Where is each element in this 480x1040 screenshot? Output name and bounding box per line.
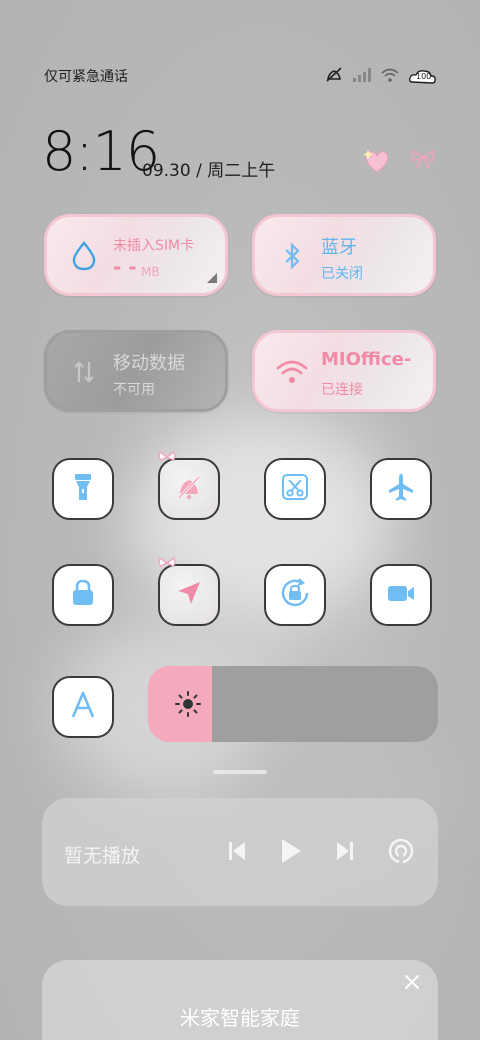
battery-level: 100: [416, 72, 432, 81]
battery-icon: 100: [408, 68, 438, 86]
auto-rotate-icon: [278, 576, 312, 614]
drag-handle[interactable]: [213, 770, 267, 774]
smart-home-card[interactable]: 米家智能家庭: [42, 960, 438, 1040]
location-button[interactable]: [158, 556, 220, 626]
mute-bell-icon: [173, 471, 205, 507]
flashlight-icon: [68, 470, 98, 508]
wifi-tile-title: MIOffice-: [321, 349, 412, 370]
media-controls: [228, 838, 414, 868]
mute-bell-icon: [324, 66, 344, 88]
mobile-data-icon: [67, 355, 101, 389]
media-status: 暂无播放: [64, 845, 141, 867]
wifi-tile[interactable]: MIOffice- 已连接: [252, 330, 436, 412]
bow-icon: [410, 148, 436, 178]
airplane-mode-button[interactable]: [370, 458, 432, 520]
close-icon[interactable]: [402, 972, 422, 992]
bow-icon: [158, 556, 176, 575]
status-bar: 仅可紧急通话 100: [44, 66, 440, 88]
sim-data-tile[interactable]: 未插入SIM卡 - - MB: [44, 214, 228, 296]
location-icon: [174, 578, 204, 612]
mobile-data-tile-title: 移动数据: [113, 353, 185, 374]
heart-icon: [362, 148, 392, 178]
cast-audio-icon[interactable]: [388, 838, 414, 868]
previous-button[interactable]: [228, 840, 246, 866]
sim-tile-title: 未插入SIM卡: [113, 238, 195, 254]
mobile-data-tile[interactable]: 移动数据 不可用: [44, 330, 228, 412]
wifi-status-icon: [380, 67, 400, 87]
media-player-card: 暂无播放: [42, 798, 438, 906]
screenshot-icon: [279, 471, 311, 507]
smart-home-title: 米家智能家庭: [180, 1006, 300, 1030]
wifi-icon: [275, 355, 309, 389]
corner-arrow-icon: [207, 268, 217, 287]
play-button[interactable]: [280, 838, 302, 868]
status-icons: 100: [324, 66, 438, 88]
wifi-tile-status: 已连接: [321, 382, 363, 398]
font-size-button[interactable]: [52, 676, 114, 738]
bluetooth-tile-status: 已关闭: [321, 266, 363, 282]
airplane-icon: [385, 471, 417, 507]
font-icon: [68, 690, 98, 724]
silent-mode-button[interactable]: [158, 450, 220, 520]
sim-tile-unit: MB: [141, 265, 160, 279]
mobile-data-tile-status: 不可用: [113, 382, 155, 398]
next-button[interactable]: [336, 840, 354, 866]
bluetooth-tile[interactable]: 蓝牙 已关闭: [252, 214, 436, 296]
carrier-status: 仅可紧急通话: [44, 69, 128, 85]
clock-date: 09.30 / 周二上午: [142, 161, 276, 181]
screen-record-button[interactable]: [370, 564, 432, 626]
bluetooth-tile-title: 蓝牙: [321, 237, 357, 258]
flashlight-button[interactable]: [52, 458, 114, 520]
bow-icon: [158, 450, 176, 469]
auto-rotate-button[interactable]: [264, 564, 326, 626]
sim-tile-value: - -: [113, 255, 137, 279]
lock-icon: [68, 577, 98, 613]
signal-icon: [352, 67, 372, 87]
decoration-icons: [362, 148, 436, 178]
video-icon: [385, 577, 417, 613]
sun-icon: [174, 690, 202, 718]
water-drop-icon: [67, 239, 101, 273]
brightness-slider[interactable]: [148, 666, 438, 742]
screenshot-button[interactable]: [264, 458, 326, 520]
lock-screen-button[interactable]: [52, 564, 114, 626]
bluetooth-icon: [275, 239, 309, 273]
